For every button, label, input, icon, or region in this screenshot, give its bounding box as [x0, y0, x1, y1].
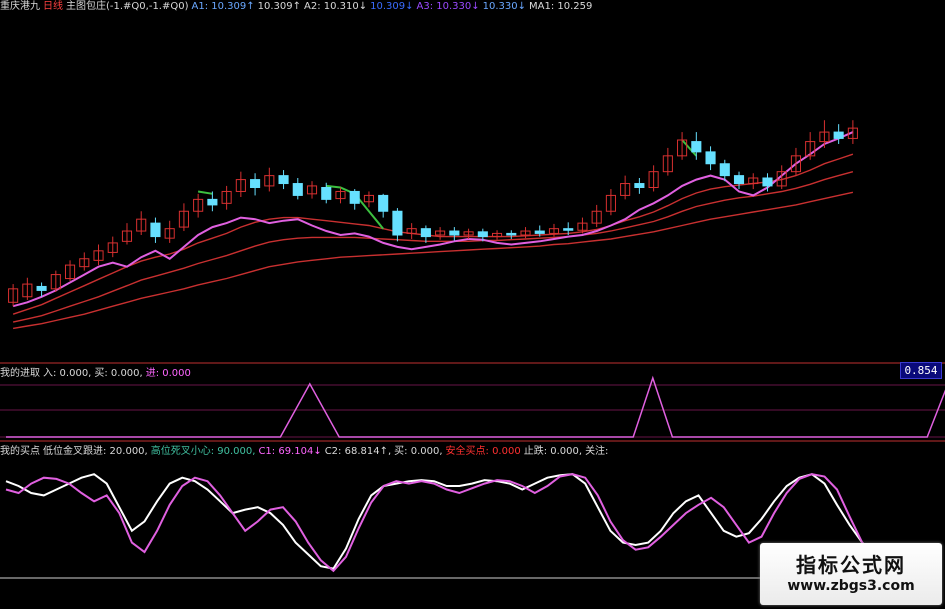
candle-body-19 [278, 175, 289, 185]
mid-signal-line [6, 375, 945, 438]
candle-body-2 [36, 285, 47, 291]
ma-red-line-2 [12, 191, 854, 330]
candle-body-27 [392, 210, 403, 236]
header_bot-item-1: 低位金叉跟进: 20.000, [43, 446, 148, 457]
candle-body-51 [733, 175, 745, 185]
candle-body-24 [349, 190, 360, 204]
header_main-item-5: A2: 10.310↓ [304, 1, 368, 12]
candle-body-44 [634, 183, 645, 189]
mid-indicator-header: 我的进取 入: 0.000, 买: 0.000, 进: 0.000 [0, 367, 194, 381]
main-indicator-header: 重庆港九 日线 主图包庄(-1.#Q0,-1.#Q0) A1: 10.309↑ 10.3… [0, 0, 595, 14]
header_main-item-3: A1: 10.309↑ [191, 1, 255, 12]
candle-body-49 [705, 151, 716, 165]
header_main-item-9: MA1: 10.259 [529, 1, 593, 12]
candle-body-20 [292, 183, 303, 196]
ma-green-line [197, 139, 698, 230]
header_mid-item-0: 我的进取 [0, 368, 40, 379]
candle-body-33 [477, 231, 488, 238]
candle-body-50 [719, 163, 730, 177]
candle-body-48 [691, 141, 702, 153]
candle-body-29 [420, 228, 431, 238]
candle-body-22 [321, 187, 332, 200]
header_bot-item-7: 止跌: 0.000, [523, 446, 583, 457]
header_bot-item-6: 安全买点: 0.000 [445, 446, 521, 457]
watermark: 指标公式网 www.zbgs3.com [760, 543, 942, 605]
header_bot-item-4: C2: 68.814↑, [324, 446, 392, 457]
chart-canvas [0, 120, 945, 579]
header_main-item-6: 10.309↓ [370, 1, 414, 12]
header_bot-item-5: 买: 0.000, [394, 446, 443, 457]
header_bot-item-3: C1: 69.104↓ [258, 446, 322, 457]
candle-body-17 [250, 179, 261, 188]
header_main-item-1: 日线 [43, 1, 63, 12]
candle-body-39 [563, 228, 574, 231]
candle-body-14 [207, 198, 218, 206]
header_main-item-8: 10.330↓ [482, 1, 527, 12]
header_bot-item-8: 关注: [585, 446, 609, 457]
bottom-indicator-header: 我的买点 低位金叉跟进: 20.000, 高位死叉小心: 90.000, C1: 69… [0, 445, 611, 459]
header_bot-item-2: 高位死叉小心: 90.000, [150, 446, 256, 457]
candle-body-31 [449, 230, 460, 236]
header_mid-item-2: 买: 0.000, [94, 368, 143, 379]
candle-body-26 [378, 194, 389, 212]
header_main-item-0: 重庆港九 [0, 1, 40, 12]
watermark-site: www.zbgs3.com [787, 578, 915, 594]
header_main-item-4: 10.309↑ [257, 1, 302, 12]
mid-value-badge: 0.854 [900, 362, 942, 379]
header_bot-item-0: 我的买点 [0, 446, 40, 457]
candle-body-37 [534, 230, 545, 234]
header_mid-item-3: 进: 0.000 [145, 368, 191, 379]
header_mid-item-1: 入: 0.000, [43, 368, 92, 379]
header_main-item-7: A3: 10.330↓ [416, 1, 480, 12]
candle-body-10 [150, 222, 161, 238]
ma-red-line-0 [12, 153, 854, 315]
header_main-item-2: 主图包庄(-1.#Q0,-1.#Q0) [66, 1, 189, 12]
candle-body-53 [762, 177, 773, 187]
watermark-title: 指标公式网 [796, 553, 906, 577]
candle-body-58 [833, 131, 844, 139]
candle-body-35 [506, 232, 517, 236]
